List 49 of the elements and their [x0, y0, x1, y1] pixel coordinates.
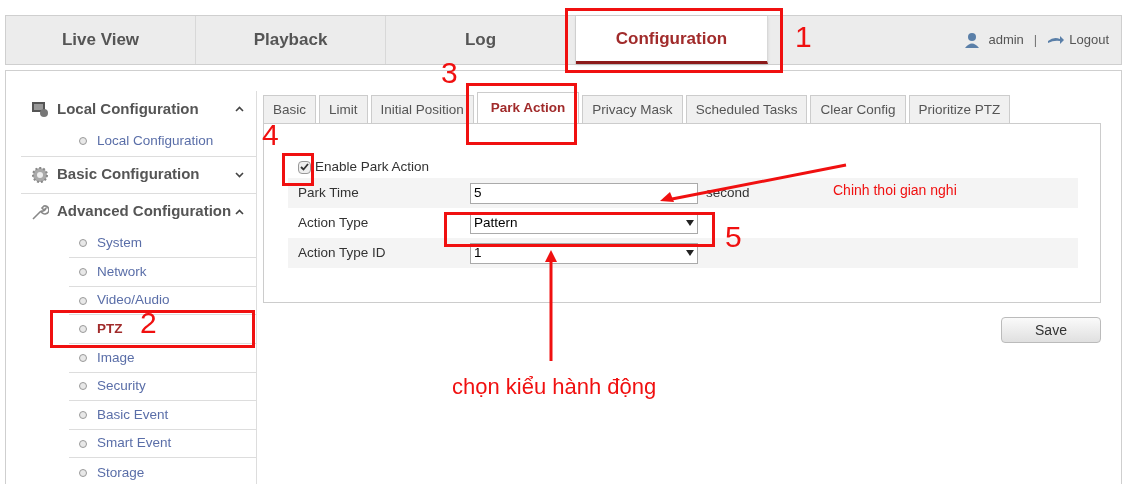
- sidebar-item[interactable]: Smart Event: [69, 433, 172, 454]
- sub-tab[interactable]: Limit: [319, 95, 368, 124]
- sidebar-item[interactable]: PTZ: [69, 319, 123, 340]
- monitor-icon: [31, 101, 49, 117]
- sub-tab[interactable]: Basic: [263, 95, 316, 124]
- nav-tab[interactable]: Playback: [196, 16, 386, 64]
- sidebar-item[interactable]: Local Configuration: [69, 131, 214, 152]
- text-field[interactable]: 5: [470, 182, 698, 204]
- logout-link[interactable]: Logout: [1069, 30, 1109, 50]
- sub-tab[interactable]: Park Action: [476, 92, 580, 124]
- chevron-up-icon[interactable]: [235, 106, 244, 112]
- sidebar-section[interactable]: Basic Configuration: [21, 156, 256, 193]
- sidebar-item[interactable]: Network: [69, 261, 147, 283]
- sidebar-item[interactable]: Image: [69, 347, 135, 368]
- checkmark-icon: [300, 163, 309, 171]
- sidebar-item[interactable]: Basic Event: [69, 404, 169, 426]
- username: admin: [988, 31, 1024, 50]
- chevron-down-icon[interactable]: [235, 171, 244, 178]
- sub-tab[interactable]: Prioritize PTZ: [908, 95, 1011, 124]
- sidebar-item[interactable]: Storage: [69, 462, 145, 483]
- wrench-icon: [31, 202, 49, 221]
- step-number: 5: [725, 222, 742, 252]
- nav-tab[interactable]: Live View: [6, 16, 196, 64]
- dropdown-arrow-icon: [686, 250, 694, 256]
- annotation-note: chọn kiểu hành động: [452, 373, 657, 401]
- logout-icon: [1047, 34, 1066, 46]
- highlight-frame: [282, 153, 314, 186]
- field-label: Action Type ID: [298, 243, 387, 262]
- separator: |: [1033, 31, 1038, 50]
- sidebar-item[interactable]: Security: [69, 376, 146, 397]
- annotation-note: Chinh thoi gian nghi: [833, 181, 957, 200]
- save-button[interactable]: Save: [1001, 317, 1101, 343]
- user-icon: [964, 32, 981, 48]
- sidebar-section[interactable]: Advanced Configuration: [21, 193, 256, 230]
- sidebar-item[interactable]: Video/Audio: [69, 290, 170, 311]
- gear-icon: [31, 165, 49, 184]
- dropdown-arrow-icon: [686, 220, 694, 226]
- chevron-up-icon[interactable]: [235, 208, 244, 215]
- sidebar-section[interactable]: Local Configuration: [21, 91, 256, 127]
- step-number: 2: [140, 308, 157, 338]
- step-number: 1: [795, 22, 812, 52]
- enable-checkbox[interactable]: Enable Park Action: [298, 156, 1078, 178]
- sub-tab[interactable]: Privacy Mask: [582, 95, 683, 124]
- sub-tab[interactable]: Scheduled Tasks: [685, 95, 808, 124]
- sub-tab[interactable]: Clear Config: [810, 95, 906, 124]
- field-label: Action Type: [298, 213, 370, 232]
- nav-tab[interactable]: Configuration: [576, 16, 768, 64]
- field-label: Park Time: [298, 183, 360, 202]
- sidebar-item[interactable]: System: [69, 233, 142, 254]
